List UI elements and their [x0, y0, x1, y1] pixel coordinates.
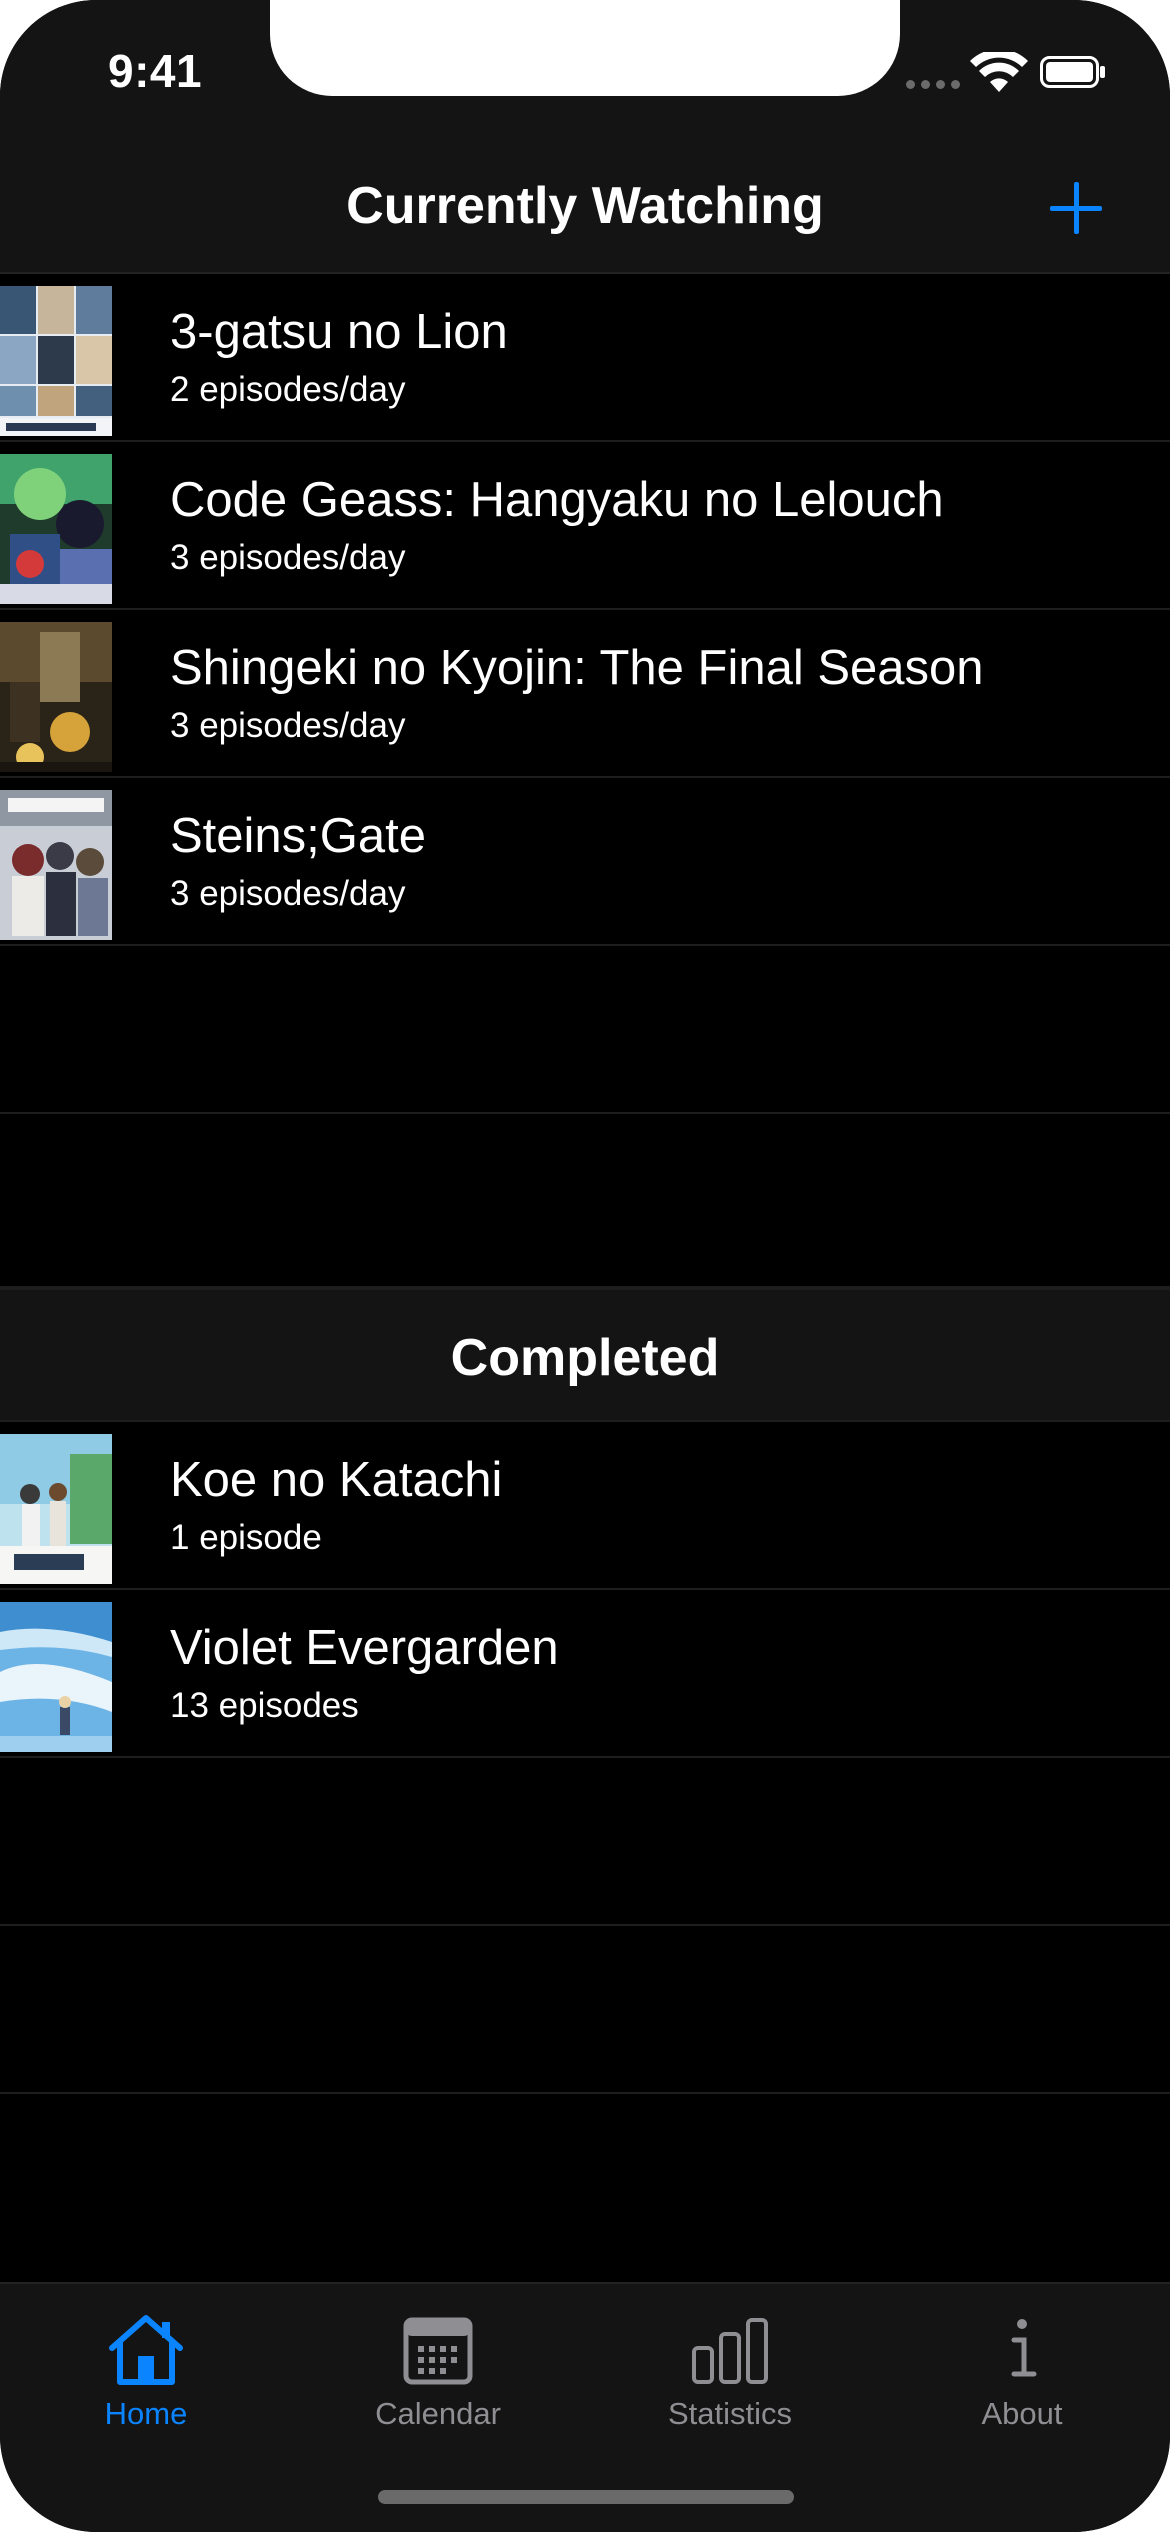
- empty-row: [0, 1758, 1170, 1926]
- tab-statistics[interactable]: Statistics: [584, 2284, 876, 2454]
- episode-count: 13 episodes: [170, 1686, 359, 1725]
- list-item[interactable]: Shingeki no Kyojin: The Final Season 3 e…: [0, 610, 1170, 778]
- calendar-icon: [403, 2317, 473, 2385]
- cellular-signal-icon: [906, 80, 960, 89]
- anime-title: Shingeki no Kyojin: The Final Season: [170, 641, 984, 695]
- anime-title: 3-gatsu no Lion: [170, 305, 508, 359]
- notch: [270, 0, 900, 96]
- tab-home[interactable]: Home: [0, 2284, 292, 2454]
- battery-icon: [1040, 56, 1105, 88]
- house-icon: [109, 2315, 183, 2385]
- list-item[interactable]: 3-gatsu no Lion 2 episodes/day: [0, 274, 1170, 442]
- tab-label: Home: [104, 2396, 188, 2431]
- list-item[interactable]: Code Geass: Hangyaku no Lelouch 3 episod…: [0, 442, 1170, 610]
- episode-count: 1 episode: [170, 1518, 322, 1557]
- tab-about[interactable]: About: [876, 2284, 1168, 2454]
- poster-thumbnail: [0, 790, 112, 940]
- list-item[interactable]: Steins;Gate 3 episodes/day: [0, 778, 1170, 946]
- anime-title: Steins;Gate: [170, 809, 427, 863]
- episode-rate: 3 episodes/day: [170, 538, 406, 577]
- tab-label: Calendar: [375, 2396, 501, 2431]
- tab-calendar[interactable]: Calendar: [292, 2284, 584, 2454]
- status-time: 9:41: [108, 45, 203, 97]
- poster-thumbnail: [0, 454, 112, 604]
- page-title: Currently Watching: [346, 177, 824, 235]
- episode-rate: 3 episodes/day: [170, 874, 406, 913]
- section-title: Completed: [450, 1329, 720, 1387]
- list-item[interactable]: Violet Evergarden 13 episodes: [0, 1590, 1170, 1758]
- add-button[interactable]: [1050, 182, 1102, 234]
- empty-row: [0, 946, 1170, 1114]
- episode-rate: 2 episodes/day: [170, 370, 406, 409]
- navigation-bar: Currently Watching: [0, 96, 1170, 274]
- bar-chart-icon: [692, 2318, 768, 2384]
- empty-row: [0, 1114, 1170, 1288]
- wifi-icon: [970, 52, 1028, 92]
- app-screen: 9:41 Currently Watching 3-gatsu no Lion …: [0, 0, 1170, 2532]
- empty-row: [0, 2094, 1170, 2282]
- status-bar: 9:41: [0, 0, 1170, 97]
- empty-row: [0, 1926, 1170, 2094]
- tab-label: About: [981, 2396, 1063, 2431]
- poster-thumbnail: [0, 286, 112, 436]
- anime-title: Koe no Katachi: [170, 1453, 503, 1507]
- list-item[interactable]: Koe no Katachi 1 episode: [0, 1422, 1170, 1590]
- home-indicator: [378, 2490, 794, 2504]
- info-icon: [1011, 2319, 1037, 2377]
- anime-title: Code Geass: Hangyaku no Lelouch: [170, 473, 944, 527]
- poster-thumbnail: [0, 1434, 112, 1584]
- poster-thumbnail: [0, 622, 112, 772]
- section-header-completed: Completed: [0, 1288, 1170, 1422]
- tab-label: Statistics: [667, 2396, 793, 2431]
- poster-thumbnail: [0, 1602, 112, 1752]
- anime-title: Violet Evergarden: [170, 1621, 559, 1675]
- episode-rate: 3 episodes/day: [170, 706, 406, 745]
